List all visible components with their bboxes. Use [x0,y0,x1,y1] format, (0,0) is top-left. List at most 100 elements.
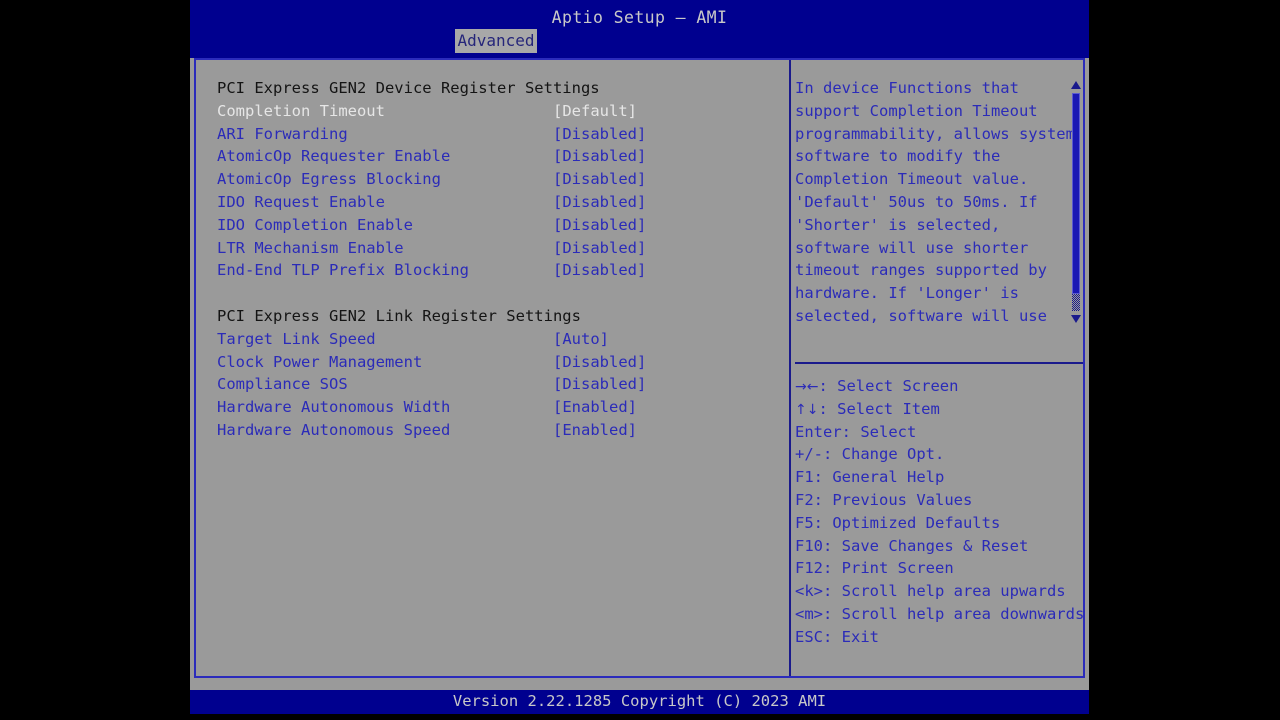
setting-label: Compliance SOS [217,375,348,394]
setting-label: Hardware Autonomous Width [217,398,451,417]
setting-label: LTR Mechanism Enable [217,238,404,257]
key-legend-label: : Scroll help area upwards [823,582,1066,601]
scrollbar-thumb[interactable] [1072,93,1080,294]
setting-value[interactable]: [Disabled] [553,123,646,146]
setting-row-completion-timeout[interactable]: Completion Timeout [Default] [217,100,777,123]
key-legend-item: <m>: Scroll help area downwards [795,603,1085,626]
setting-value[interactable]: [Default] [553,100,637,123]
key-legend-item: F5: Optimized Defaults [795,512,1083,535]
key-legend-label: : Save Changes & Reset [823,536,1029,555]
key-name: Enter [795,422,842,441]
triangle-down-icon[interactable] [1071,315,1081,323]
key-name: F5 [795,513,814,532]
key-legend-item: ESC: Exit [795,626,1083,649]
key-legend-label: : Print Screen [823,559,954,578]
key-name: F10 [795,536,823,555]
setting-value[interactable]: [Disabled] [553,351,646,374]
help-line: timeout ranges supported by [795,261,1047,280]
version-text: Version 2.22.1285 Copyright (C) 2023 AMI [452,692,827,710]
section-header-label: PCI Express GEN2 Link Register Settings [217,306,581,325]
key-name: <k> [795,582,823,601]
help-panel: In device Functions that support Complet… [795,77,1085,673]
key-legend-label: : Exit [823,627,879,646]
setting-label: AtomicOp Requester Enable [217,147,451,166]
help-scrollbar[interactable] [1069,77,1083,327]
setting-row-ido-request-enable[interactable]: IDO Request Enable [Disabled] [217,191,777,214]
setting-row-end-end-tlp-prefix-blocking[interactable]: End-End TLP Prefix Blocking [Disabled] [217,259,777,282]
setting-row-hardware-autonomous-speed[interactable]: Hardware Autonomous Speed [Enabled] [217,419,777,442]
help-line: In device Functions that [795,79,1019,97]
key-legend-label: : General Help [813,468,945,487]
key-legend-item: F1: General Help [795,466,1083,489]
help-line: selected, software will use [795,306,1047,325]
key-legend-item: +/-: Change Opt. [795,443,1083,466]
horizontal-divider [795,362,1083,364]
key-legend-item: →←: Select Screen [795,375,1083,398]
setting-row-target-link-speed[interactable]: Target Link Speed [Auto] [217,328,777,351]
setting-label: IDO Request Enable [217,192,385,211]
key-legend-item: Enter: Select [795,421,1083,444]
key-legend-label: : Change Opt. [823,445,945,464]
setting-row-atomicop-egress-blocking[interactable]: AtomicOp Egress Blocking [Disabled] [217,168,777,191]
section-header-link: PCI Express GEN2 Link Register Settings [217,305,777,328]
section-header-label: PCI Express GEN2 Device Register Setting… [217,79,600,97]
key-legend-item: F10: Save Changes & Reset [795,535,1083,558]
help-line: support Completion Timeout [795,101,1038,120]
setting-value[interactable]: [Enabled] [553,396,637,419]
page-title: Aptio Setup – AMI [551,8,728,27]
key-legend-label: : Scroll help area downwards [823,604,1085,623]
tab-strip: Advanced [190,29,1089,54]
setting-label: ARI Forwarding [217,124,348,143]
key-legend-item: F2: Previous Values [795,489,1083,512]
setting-value[interactable]: [Disabled] [553,237,646,260]
setting-label: Completion Timeout [217,101,385,120]
help-line: hardware. If 'Longer' is [795,284,1019,303]
arrow-up-down-icon: ↑↓ [795,401,819,418]
content-panel: PCI Express GEN2 Device Register Setting… [194,58,1085,678]
setting-value[interactable]: [Auto] [553,328,609,351]
setting-label: Target Link Speed [217,329,376,348]
setting-value[interactable]: [Disabled] [553,191,646,214]
setting-row-atomicop-requester-enable[interactable]: AtomicOp Requester Enable [Disabled] [217,145,777,168]
setting-row-ari-forwarding[interactable]: ARI Forwarding [Disabled] [217,123,777,146]
setting-value[interactable]: [Disabled] [553,259,646,282]
help-text: In device Functions that support Complet… [795,77,1075,328]
help-line: software will use shorter [795,238,1029,257]
setting-row-hardware-autonomous-width[interactable]: Hardware Autonomous Width [Enabled] [217,396,777,419]
key-legend-label: : Select Item [818,399,940,418]
setting-value[interactable]: [Disabled] [553,373,646,396]
settings-list: PCI Express GEN2 Device Register Setting… [217,77,777,442]
key-name: F1 [795,468,814,487]
setting-label: End-End TLP Prefix Blocking [217,261,469,280]
key-legend: →←: Select Screen ↑↓: Select Item Enter:… [795,375,1085,649]
setting-row-ido-completion-enable[interactable]: IDO Completion Enable [Disabled] [217,214,777,237]
bios-setup-screen: Aptio Setup – AMI Advanced PCI Express G… [0,0,1280,720]
key-legend-label: : Select [841,422,917,441]
vertical-divider [789,60,791,676]
setting-label: IDO Completion Enable [217,215,413,234]
triangle-up-icon[interactable] [1071,81,1081,89]
help-line: programmability, allows system [795,124,1075,143]
key-legend-label: : Optimized Defaults [813,513,1001,532]
setting-row-ltr-mechanism-enable[interactable]: LTR Mechanism Enable [Disabled] [217,237,777,260]
setting-label: Clock Power Management [217,352,423,371]
setting-value[interactable]: [Disabled] [553,145,646,168]
setting-row-clock-power-management[interactable]: Clock Power Management [Disabled] [217,351,777,374]
help-line: 'Shorter' is selected, [795,215,1001,234]
body-area: PCI Express GEN2 Device Register Setting… [190,58,1089,690]
help-line: Completion Timeout value. [795,170,1029,189]
key-legend-item: ↑↓: Select Item [795,398,1083,421]
key-name: +/- [795,445,823,464]
tab-advanced[interactable]: Advanced [455,29,537,53]
key-name: <m> [795,604,823,623]
section-header-device: PCI Express GEN2 Device Register Setting… [217,77,777,100]
setting-value[interactable]: [Enabled] [553,419,637,442]
help-line: software to modify the [795,147,1001,166]
setting-value[interactable]: [Disabled] [553,214,646,237]
setting-value[interactable]: [Disabled] [553,168,646,191]
setting-row-compliance-sos[interactable]: Compliance SOS [Disabled] [217,373,777,396]
key-name: F2 [795,490,814,509]
key-legend-item: F12: Print Screen [795,557,1083,580]
key-legend-item: <k>: Scroll help area upwards [795,580,1083,603]
